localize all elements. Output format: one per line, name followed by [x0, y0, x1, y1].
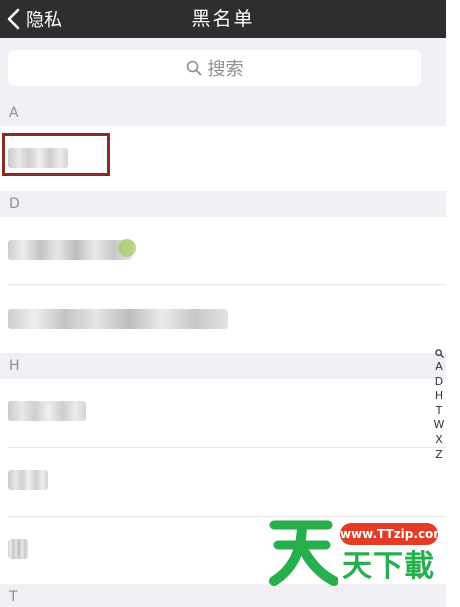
search-input[interactable]: 搜索 — [8, 50, 421, 86]
index-letter[interactable]: A — [433, 360, 445, 375]
blurred-contact-name — [8, 401, 86, 421]
list-item[interactable] — [0, 379, 446, 448]
search-icon[interactable] — [434, 349, 444, 358]
alphabet-index: A D H T W X Z — [433, 347, 445, 462]
highlight-box — [2, 133, 110, 176]
blacklist-screen: 隐私 黑名单 搜索 A D H T A D H T W X Z www.TTzi… — [0, 0, 446, 607]
navigation-bar: 隐私 黑名单 — [0, 0, 446, 38]
right-gutter — [446, 0, 460, 607]
index-letter[interactable]: W — [433, 418, 445, 433]
watermark-logo — [269, 520, 338, 586]
section-header-h: H — [0, 353, 446, 379]
index-letter[interactable]: T — [433, 404, 445, 419]
watermark: www.TTzip.com 天下載 — [268, 515, 446, 589]
list-item[interactable] — [0, 448, 446, 517]
index-letter[interactable]: Z — [433, 448, 445, 463]
watermark-url: www.TTzip.com — [340, 523, 446, 545]
search-area: 搜索 — [0, 38, 446, 100]
list-item[interactable] — [0, 217, 446, 285]
blurred-contact-name — [8, 539, 28, 559]
index-letter[interactable]: H — [433, 389, 445, 404]
list-item[interactable] — [0, 285, 446, 353]
section-header-d: D — [0, 191, 446, 217]
index-letter[interactable]: D — [433, 375, 445, 390]
search-placeholder: 搜索 — [207, 59, 244, 80]
blurred-contact-name — [8, 240, 132, 260]
page-title: 黑名单 — [191, 8, 255, 30]
blurred-contact-name — [8, 470, 48, 490]
search-icon — [186, 60, 201, 76]
blurred-contact-name — [8, 309, 228, 329]
index-letter[interactable]: X — [433, 433, 445, 448]
emoji-icon — [118, 239, 136, 257]
section-header-a: A — [0, 100, 446, 126]
watermark-text: 天下載 — [342, 549, 435, 584]
